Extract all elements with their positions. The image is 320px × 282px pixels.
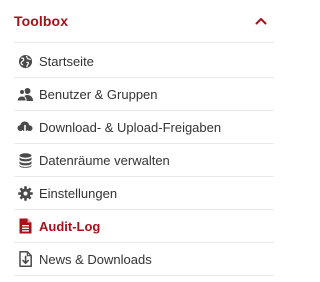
toolbox-title: Toolbox: [14, 13, 69, 29]
menu-item-einstellungen[interactable]: Einstellungen: [14, 177, 274, 210]
menu-item-label: Datenräume verwalten: [39, 152, 170, 168]
cloud-download-icon: [17, 119, 33, 135]
gear-icon: [17, 185, 33, 201]
toolbox-panel: Toolbox Startseite Benutzer & Gruppen Do…: [0, 0, 288, 282]
menu-item-datenraeume[interactable]: Datenräume verwalten: [14, 144, 274, 177]
menu-item-label: Download- & Upload-Freigaben: [39, 119, 222, 135]
menu-item-startseite[interactable]: Startseite: [14, 45, 274, 78]
menu-item-label: News & Downloads: [39, 251, 152, 267]
database-icon: [17, 152, 33, 168]
users-icon: [17, 86, 33, 102]
menu-item-benutzer-gruppen[interactable]: Benutzer & Gruppen: [14, 78, 274, 111]
file-text-icon: [17, 218, 33, 234]
chevron-up-icon[interactable]: [252, 12, 270, 30]
menu-item-news-downloads[interactable]: News & Downloads: [14, 243, 274, 276]
menu-item-label: Einstellungen: [39, 185, 118, 201]
toolbox-header[interactable]: Toolbox: [14, 0, 274, 43]
download-file-icon: [17, 251, 33, 267]
menu-item-label: Benutzer & Gruppen: [39, 86, 158, 102]
globe-icon: [17, 53, 33, 69]
menu-item-audit-log[interactable]: Audit-Log: [14, 210, 274, 243]
menu-item-freigaben[interactable]: Download- & Upload-Freigaben: [14, 111, 274, 144]
menu-item-label: Audit-Log: [39, 218, 101, 234]
toolbox-menu: Startseite Benutzer & Gruppen Download- …: [14, 45, 274, 276]
menu-item-label: Startseite: [39, 53, 94, 69]
